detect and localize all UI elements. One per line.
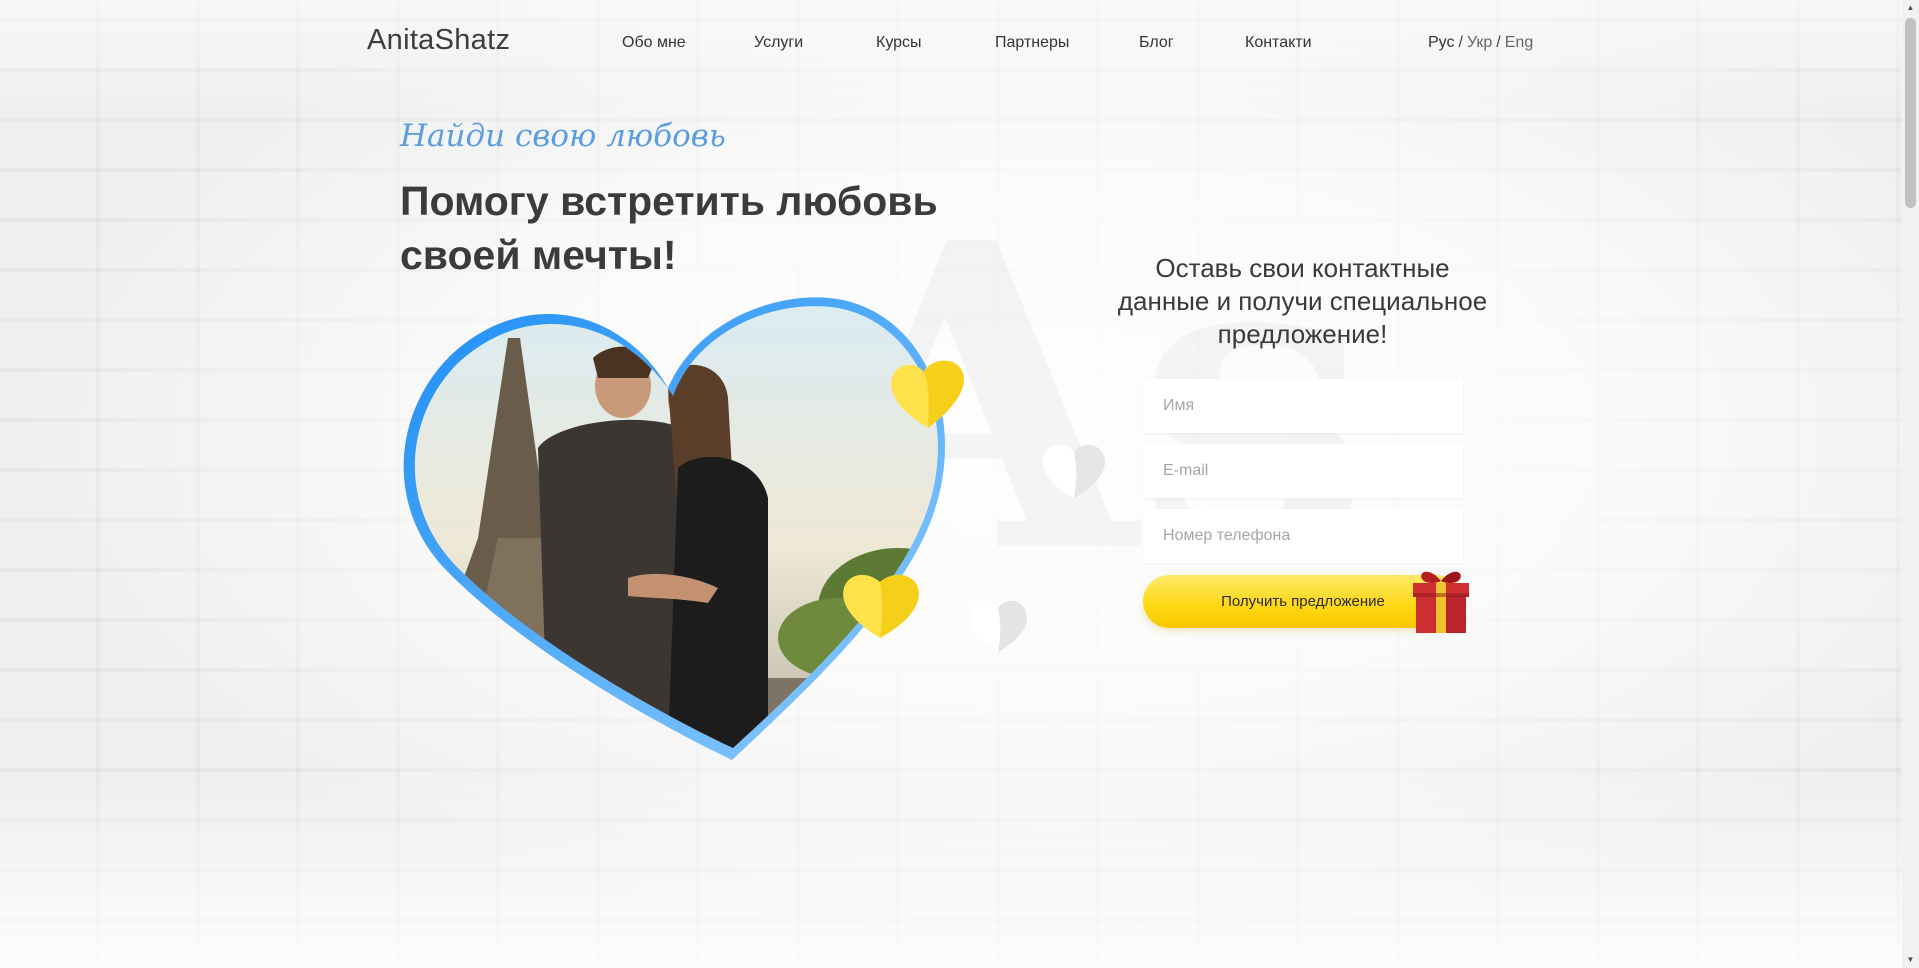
yellow-heart-icon — [891, 360, 964, 428]
nav-item-courses[interactable]: Курсы — [876, 34, 922, 52]
hero-title-line-1: Помогу встретить любовь — [400, 178, 938, 224]
scroll-down-icon[interactable]: ▼ — [1902, 952, 1919, 968]
page-scrollbar[interactable]: ▲ ▼ — [1902, 0, 1919, 968]
white-heart-icon — [1043, 444, 1105, 498]
site-header: AnitaShatz Обо мне Услуги Курсы Партнеры… — [0, 0, 1919, 88]
yellow-heart-icon — [843, 574, 919, 638]
form-heading-line-1: Оставь свои контактные — [1155, 253, 1450, 283]
nav-item-about[interactable]: Обо мне — [622, 34, 686, 52]
phone-field[interactable] — [1143, 509, 1463, 563]
gift-icon — [1413, 571, 1469, 633]
heart-photo-image — [403, 297, 946, 760]
language-switcher: Рус / Укр / Eng — [1428, 34, 1533, 52]
heart-frame-icon — [403, 297, 946, 760]
form-heading: Оставь свои контактные данные и получи с… — [1080, 252, 1525, 351]
site-logo[interactable]: AnitaShatz — [367, 24, 510, 57]
scrollbar-thumb[interactable] — [1905, 18, 1916, 208]
hero-script-title: Найди свою любовь — [400, 118, 726, 154]
email-field[interactable] — [1143, 444, 1463, 498]
name-field[interactable] — [1143, 379, 1463, 433]
lang-en[interactable]: Eng — [1505, 34, 1533, 51]
scroll-up-icon[interactable]: ▲ — [1902, 0, 1919, 16]
white-heart-icon — [969, 600, 1027, 652]
form-heading-line-2: данные и получи специальное — [1117, 286, 1488, 316]
nav-item-blog[interactable]: Блог — [1139, 34, 1174, 52]
lang-separator: / — [1496, 34, 1501, 51]
hero-title: Помогу встретить любовь своей мечты! — [400, 174, 960, 282]
lang-uk[interactable]: Укр — [1467, 34, 1492, 51]
lang-ru[interactable]: Рус — [1428, 34, 1455, 51]
lang-separator: / — [1458, 34, 1463, 51]
hero-title-line-2: своей мечты! — [400, 232, 677, 278]
form-heading-line-3: предложение! — [1217, 319, 1388, 349]
nav-item-contacts[interactable]: Контакти — [1245, 34, 1312, 52]
nav-item-services[interactable]: Услуги — [754, 34, 803, 52]
nav-item-partners[interactable]: Партнеры — [995, 34, 1069, 52]
